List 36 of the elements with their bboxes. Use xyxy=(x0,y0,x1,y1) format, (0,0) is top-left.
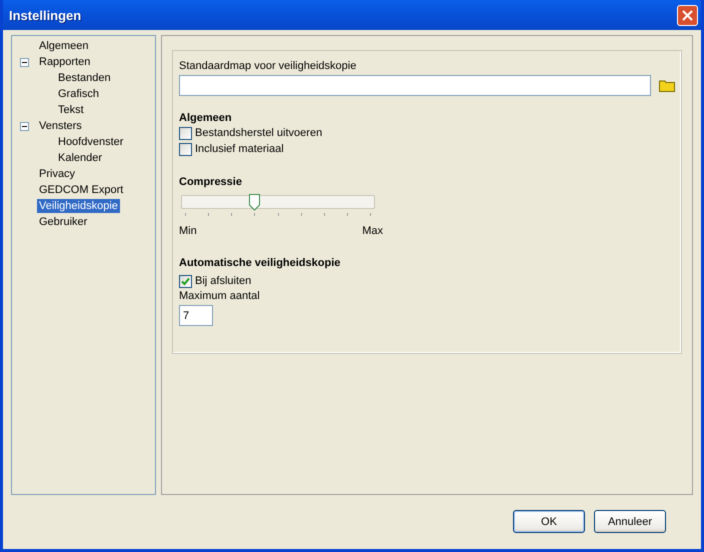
section-heading: Algemeen xyxy=(179,112,232,124)
checkbox-label: Bestandsherstel uitvoeren xyxy=(195,126,322,140)
checkbox-label: Inclusief materiaal xyxy=(195,142,284,156)
tree-item[interactable]: Gebruiker xyxy=(37,215,90,229)
tree-item[interactable]: Bestanden xyxy=(56,71,113,85)
folder-path-field[interactable] xyxy=(179,75,651,96)
tree-item[interactable]: Privacy xyxy=(37,167,78,181)
dialog-button[interactable]: OK xyxy=(513,510,585,533)
collapse-toggle-icon[interactable] xyxy=(20,58,29,67)
tree-item[interactable]: Rapporten xyxy=(37,55,92,69)
tree-item[interactable]: Veiligheidskopie xyxy=(37,199,120,213)
section-heading: Automatische veiligheidskopie xyxy=(179,257,340,269)
folder-icon[interactable] xyxy=(659,80,675,92)
field-label: Maximum aantal xyxy=(179,289,261,303)
tree-item[interactable]: Vensters xyxy=(37,119,84,133)
section-heading: Compressie xyxy=(179,176,242,188)
tree-item[interactable]: Grafisch xyxy=(56,87,101,101)
field-label: Standaardmap voor veiligheidskopie xyxy=(179,59,358,73)
window-title: Instellingen xyxy=(9,8,82,22)
close-button[interactable] xyxy=(677,4,698,26)
tree-item[interactable]: Kalender xyxy=(56,151,104,165)
checkbox[interactable] xyxy=(179,274,192,288)
tree-item[interactable]: GEDCOM Export xyxy=(37,183,126,197)
tree-item[interactable]: Hoofdvenster xyxy=(56,135,126,149)
checkbox[interactable] xyxy=(179,142,192,156)
slider-thumb[interactable] xyxy=(249,194,260,211)
slider-max-label: Max xyxy=(362,224,383,238)
tree-item[interactable]: Algemeen xyxy=(37,39,91,53)
maximum-count-field[interactable]: 7 xyxy=(179,305,213,326)
close-icon xyxy=(682,10,693,20)
tree-item[interactable]: Tekst xyxy=(56,103,86,117)
checkbox[interactable] xyxy=(179,126,192,140)
checkbox-label: Bij afsluiten xyxy=(195,274,252,288)
dialog-button[interactable]: Annuleer xyxy=(594,510,666,533)
slider-min-label: Min xyxy=(179,224,197,238)
collapse-toggle-icon[interactable] xyxy=(20,122,29,131)
